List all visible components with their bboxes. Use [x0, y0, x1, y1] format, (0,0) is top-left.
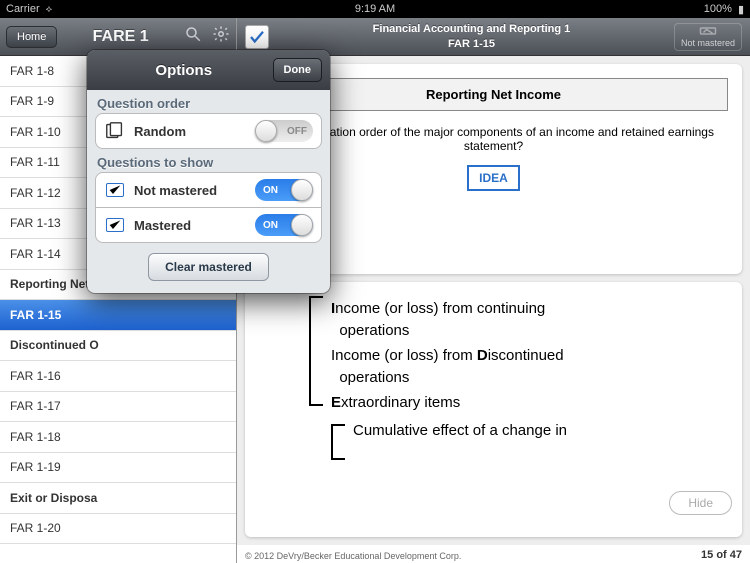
shuffle-icon — [104, 121, 126, 141]
status-bar: Carrier ⟡ 9:19 AM 100% ▮ — [0, 0, 750, 18]
page-subtitle: FAR 1-15 — [269, 37, 674, 51]
home-button[interactable]: Home — [6, 26, 57, 48]
popover-title: Options — [95, 62, 273, 79]
hide-button[interactable]: Hide — [669, 491, 732, 515]
sidebar-item[interactable]: FAR 1-18 — [0, 422, 236, 453]
battery-label: 100% — [704, 3, 732, 15]
copyright: © 2012 DeVry/Becker Educational Developm… — [245, 551, 461, 561]
idea-box: IDEA — [467, 165, 520, 191]
sidebar-item[interactable]: Discontinued O — [0, 331, 236, 362]
bracket-icon — [331, 424, 345, 460]
sidebar-item[interactable]: FAR 1-15 — [0, 300, 236, 331]
sidebar-item[interactable]: FAR 1-20 — [0, 514, 236, 545]
not-mastered-toggle[interactable]: ON — [255, 179, 313, 201]
sidebar-item[interactable]: FAR 1-16 — [0, 361, 236, 392]
sidebar-item[interactable]: FAR 1-17 — [0, 392, 236, 423]
content-footer: © 2012 DeVry/Becker Educational Developm… — [237, 545, 750, 563]
carrier-label: Carrier — [6, 3, 40, 15]
answer-text: Income (or loss) from continuing operati… — [331, 296, 567, 463]
clear-mastered-button[interactable]: Clear mastered — [148, 253, 269, 281]
search-icon[interactable] — [184, 25, 202, 48]
section-label: Questions to show — [87, 149, 330, 172]
done-button[interactable]: Done — [273, 58, 323, 82]
bracket-icon — [309, 296, 323, 406]
sidebar-item[interactable]: FAR 1-19 — [0, 453, 236, 484]
sidebar-item[interactable]: Exit or Disposa — [0, 483, 236, 514]
not-mastered-badge[interactable]: Not mastered — [674, 23, 742, 51]
mastered-row[interactable]: Mastered ON — [95, 207, 322, 243]
checkbox-icon — [104, 218, 126, 232]
section-label: Question order — [87, 90, 330, 113]
gear-icon[interactable] — [212, 25, 230, 48]
random-row[interactable]: Random OFF — [95, 113, 322, 149]
random-toggle[interactable]: OFF — [255, 120, 313, 142]
page-title: Financial Accounting and Reporting 1 — [269, 22, 674, 36]
not-mastered-row[interactable]: Not mastered ON — [95, 172, 322, 208]
battery-icon: ▮ — [738, 3, 744, 16]
answer-card: Income (or loss) from continuing operati… — [245, 282, 742, 537]
checkbox-icon — [104, 183, 126, 197]
clock: 9:19 AM — [355, 3, 395, 15]
checkmark-icon[interactable] — [245, 25, 269, 49]
options-popover: Options Done Question order Random OFF Q… — [87, 50, 330, 293]
page-counter: 15 of 47 — [701, 549, 742, 561]
wifi-icon: ⟡ — [46, 4, 53, 15]
sidebar-title: FARE 1 — [57, 28, 184, 46]
mastered-toggle[interactable]: ON — [255, 214, 313, 236]
